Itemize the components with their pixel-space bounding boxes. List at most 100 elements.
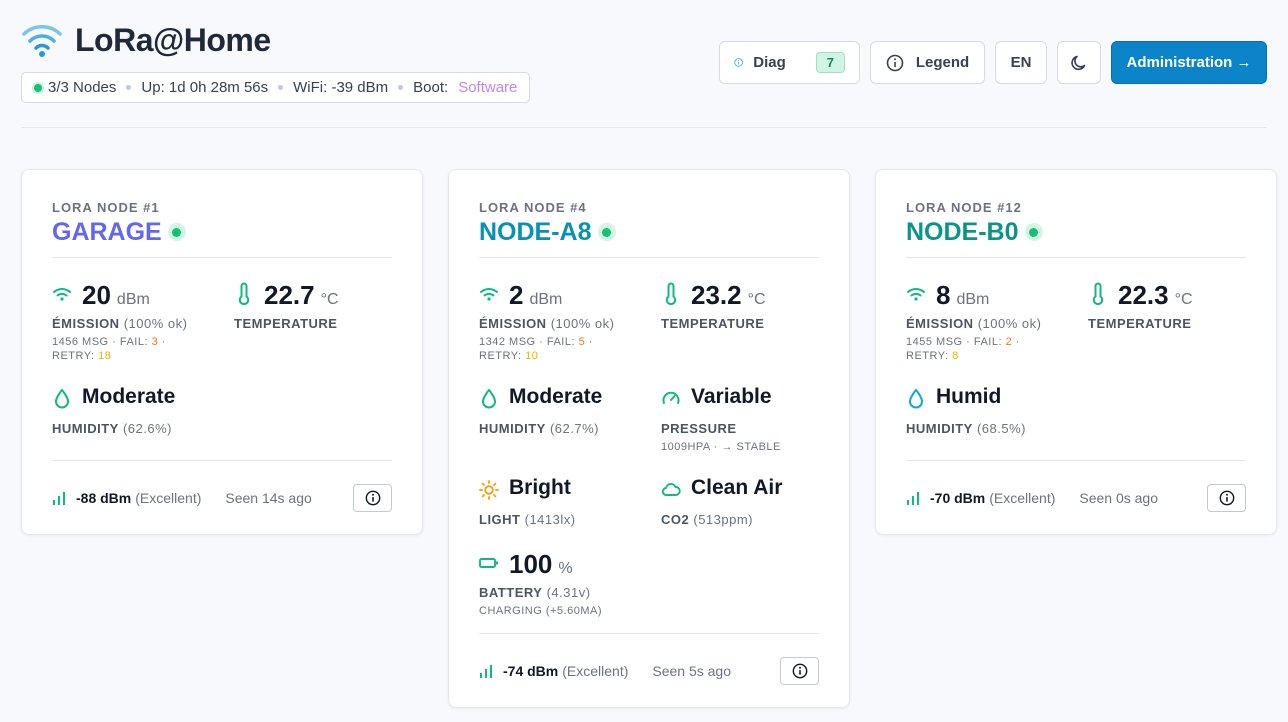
info-icon xyxy=(1219,490,1234,505)
last-seen: Seen 5s ago xyxy=(652,662,731,679)
separator-dot xyxy=(398,85,404,90)
metrics-grid: 20 dBm ÉMISSION (100% ok) 1456 MSG · FAI… xyxy=(52,280,392,436)
pressure-label: PRESSURE xyxy=(661,421,737,436)
battery-unit: % xyxy=(558,560,573,577)
node-name: NODE-B0 xyxy=(906,217,1246,247)
cloud-icon xyxy=(661,483,681,496)
thermometer-icon xyxy=(1092,282,1104,305)
rssi-value: -88 dBm xyxy=(76,489,132,506)
legend-label: Legend xyxy=(915,54,970,71)
temperature-label: TEMPERATURE xyxy=(1088,316,1192,331)
emission-stats: 1456 MSG · FAIL: 3 · RETRY: 18 xyxy=(52,336,166,362)
emission-unit: dBm xyxy=(116,291,150,308)
separator-dot xyxy=(278,85,284,90)
wifi-icon xyxy=(907,288,925,301)
node-footer: -74 dBm (Excellent) Seen 5s ago xyxy=(479,633,819,707)
node-info-button[interactable] xyxy=(1207,483,1246,512)
temperature-value: 23.2 xyxy=(691,280,742,310)
online-dot-icon xyxy=(34,83,42,92)
last-seen: Seen 14s ago xyxy=(225,489,312,506)
node-footer: -70 dBm (Excellent) Seen 0s ago xyxy=(906,460,1246,534)
divider xyxy=(906,257,1246,258)
temperature-metric: 23.2 °C TEMPERATURE xyxy=(661,280,819,363)
signal-bars-icon xyxy=(480,664,492,678)
divider xyxy=(479,257,819,258)
last-seen: Seen 0s ago xyxy=(1079,489,1158,506)
battery-metric: 100 % BATTERY (4.31v) CHARGING (+5.60MA) xyxy=(479,549,661,618)
signal-bars-icon xyxy=(907,491,919,505)
nodes-count: 3/3 Nodes xyxy=(48,79,117,96)
wifi-icon xyxy=(53,288,71,301)
light-value: Bright xyxy=(509,476,571,499)
node-label: LORA NODE #1 xyxy=(52,200,160,215)
node-footer: -88 dBm (Excellent) Seen 14s ago xyxy=(52,460,392,534)
emission-unit: dBm xyxy=(956,291,990,308)
temperature-value: 22.3 xyxy=(1118,280,1169,310)
temperature-label: TEMPERATURE xyxy=(234,316,338,331)
temperature-unit: °C xyxy=(1174,291,1193,308)
humidity-metric: Humid HUMIDITY (68.5%) xyxy=(906,385,1088,436)
battery-icon xyxy=(479,558,498,568)
diag-count-badge: 7 xyxy=(815,52,845,73)
temperature-metric: 22.3 °C TEMPERATURE xyxy=(1088,280,1246,363)
humidity-label: HUMIDITY (68.5%) xyxy=(906,421,1026,436)
node-label: LORA NODE #4 xyxy=(479,200,587,215)
emission-metric: 20 dBm ÉMISSION (100% ok) 1456 MSG · FAI… xyxy=(52,280,234,363)
node-name-text: NODE-A8 xyxy=(479,217,592,246)
node-name-text: NODE-B0 xyxy=(906,217,1019,246)
online-status-icon xyxy=(1024,223,1043,241)
co2-value: Clean Air xyxy=(691,476,783,499)
thermometer-icon xyxy=(665,282,677,305)
legend-button[interactable]: Legend xyxy=(870,41,985,84)
separator-dot xyxy=(126,85,132,90)
emission-unit: dBm xyxy=(529,291,563,308)
boot-label: Boot: xyxy=(413,79,449,96)
battery-charging: CHARGING (+5.60MA) xyxy=(479,605,602,617)
boot-value: Software xyxy=(458,79,518,96)
gauge-icon xyxy=(662,391,680,404)
online-status-icon xyxy=(167,223,186,241)
node-card: LORA NODE #12 NODE-B0 8 dBm ÉMISSION (10… xyxy=(875,169,1277,535)
info-icon xyxy=(792,663,807,678)
temperature-metric: 22.7 °C TEMPERATURE xyxy=(234,280,392,363)
status-bar: 3/3 Nodes Up: 1d 0h 28m 56s WiFi: -39 dB… xyxy=(21,72,531,103)
emission-metric: 8 dBm ÉMISSION (100% ok) 1455 MSG · FAIL… xyxy=(906,280,1088,363)
rssi-value: -74 dBm xyxy=(503,662,559,679)
administration-button[interactable]: Administration → xyxy=(1111,41,1267,84)
brand: LoRa@Home xyxy=(21,20,271,60)
emission-value: 20 xyxy=(82,280,111,310)
node-name-text: GARAGE xyxy=(52,217,162,246)
battery-value: 100 xyxy=(509,549,553,579)
temperature-unit: °C xyxy=(747,291,766,308)
node-info-button[interactable] xyxy=(353,483,392,512)
metrics-grid: 8 dBm ÉMISSION (100% ok) 1455 MSG · FAIL… xyxy=(906,280,1246,436)
humidity-metric: Moderate HUMIDITY (62.7%) xyxy=(479,385,661,454)
wifi-icon xyxy=(480,288,498,301)
humidity-value: Moderate xyxy=(509,385,603,408)
diag-label: Diag xyxy=(753,54,786,71)
humidity-metric: Moderate HUMIDITY (62.6%) xyxy=(52,385,234,436)
moon-icon xyxy=(1071,55,1086,70)
droplet-icon xyxy=(54,388,70,409)
node-label: LORA NODE #12 xyxy=(906,200,1022,215)
node-info-button[interactable] xyxy=(780,656,819,685)
diag-button[interactable]: Diag 7 xyxy=(719,41,860,84)
humidity-label: HUMIDITY (62.7%) xyxy=(479,421,599,436)
theme-toggle-button[interactable] xyxy=(1057,41,1101,84)
light-label: LIGHT (1413lx) xyxy=(479,512,576,527)
wifi-logo-icon xyxy=(22,25,62,57)
uptime: Up: 1d 0h 28m 56s xyxy=(141,79,269,96)
temperature-label: TEMPERATURE xyxy=(661,316,765,331)
battery-label: BATTERY (4.31v) xyxy=(479,585,591,600)
co2-metric: Clean Air CO2 (513ppm) xyxy=(661,476,819,527)
divider xyxy=(52,257,392,258)
droplet-icon xyxy=(908,388,924,409)
humidity-label: HUMIDITY (62.6%) xyxy=(52,421,172,436)
metrics-grid: 2 dBm ÉMISSION (100% ok) 1342 MSG · FAIL… xyxy=(479,280,819,618)
rssi-value: -70 dBm xyxy=(930,489,986,506)
language-button[interactable]: EN xyxy=(995,41,1047,84)
info-icon xyxy=(734,58,743,67)
signal-bars-icon xyxy=(53,491,65,505)
temperature-unit: °C xyxy=(320,291,339,308)
signal-quality: (Excellent) xyxy=(562,662,629,679)
